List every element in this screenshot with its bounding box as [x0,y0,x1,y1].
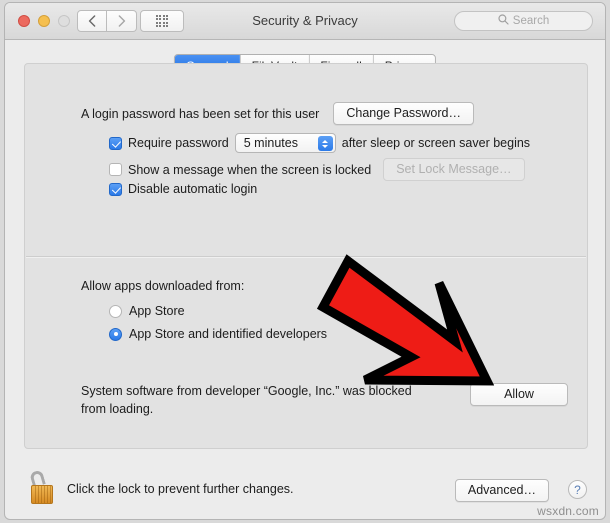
tab-bar: General FileVault Firewall Privacy [5,40,605,75]
show-lock-message-label: Show a message when the screen is locked [128,162,372,177]
require-password-label: Require password [128,136,229,150]
allow-apps-heading: Allow apps downloaded from: [81,279,245,293]
change-password-button[interactable]: Change Password… [333,102,474,125]
password-delay-value: 5 minutes [243,136,298,150]
set-lock-message-button: Set Lock Message… [383,158,525,181]
identified-developers-label: App Store and identified developers [129,327,328,341]
lock-button[interactable] [27,469,61,507]
section-divider [26,256,586,258]
search-placeholder: Search [512,15,550,27]
identified-developers-radio[interactable] [109,327,122,341]
lock-hint-text: Click the lock to prevent further change… [67,482,294,496]
app-store-radio[interactable] [109,304,122,318]
security-privacy-window: Security & Privacy Search General FileVa… [4,2,606,520]
chevron-updown-icon [317,136,333,151]
general-pane: A login password has been set for this u… [24,63,588,449]
allow-button[interactable]: Allow [470,383,568,406]
allow-apps-heading-row: Allow apps downloaded from: [81,279,244,293]
window-titlebar: Security & Privacy Search [5,3,605,40]
show-lock-message-row[interactable]: Show a message when the screen is locked… [109,158,525,181]
blocked-software-line1: System software from developer “Google, … [81,384,412,398]
login-password-row: A login password has been set for this u… [81,102,474,125]
require-password-row[interactable]: Require password 5 minutes after sleep o… [109,133,530,153]
require-password-checkbox[interactable] [109,136,122,150]
blocked-software-notice: System software from developer “Google, … [81,384,441,416]
login-password-label: A login password has been set for this u… [81,106,320,121]
disable-auto-login-label: Disable automatic login [128,182,258,196]
disable-auto-login-row[interactable]: Disable automatic login [109,182,257,196]
help-button[interactable]: ? [568,480,587,499]
password-delay-popup[interactable]: 5 minutes [234,133,336,153]
advanced-button[interactable]: Advanced… [454,479,549,502]
blocked-software-line2: from loading. [81,402,154,416]
open-padlock-body-icon [31,485,53,504]
disable-auto-login-checkbox[interactable] [109,182,122,196]
gatekeeper-option-identified-developers[interactable]: App Store and identified developers [109,327,327,341]
search-field[interactable]: Search [454,11,593,31]
show-lock-message-checkbox[interactable] [109,163,122,176]
require-password-suffix: after sleep or screen saver begins [341,136,531,150]
gatekeeper-option-app-store[interactable]: App Store [109,304,185,318]
search-icon [498,12,509,30]
app-store-label: App Store [129,304,185,318]
watermark: wsxdn.com [537,504,599,518]
